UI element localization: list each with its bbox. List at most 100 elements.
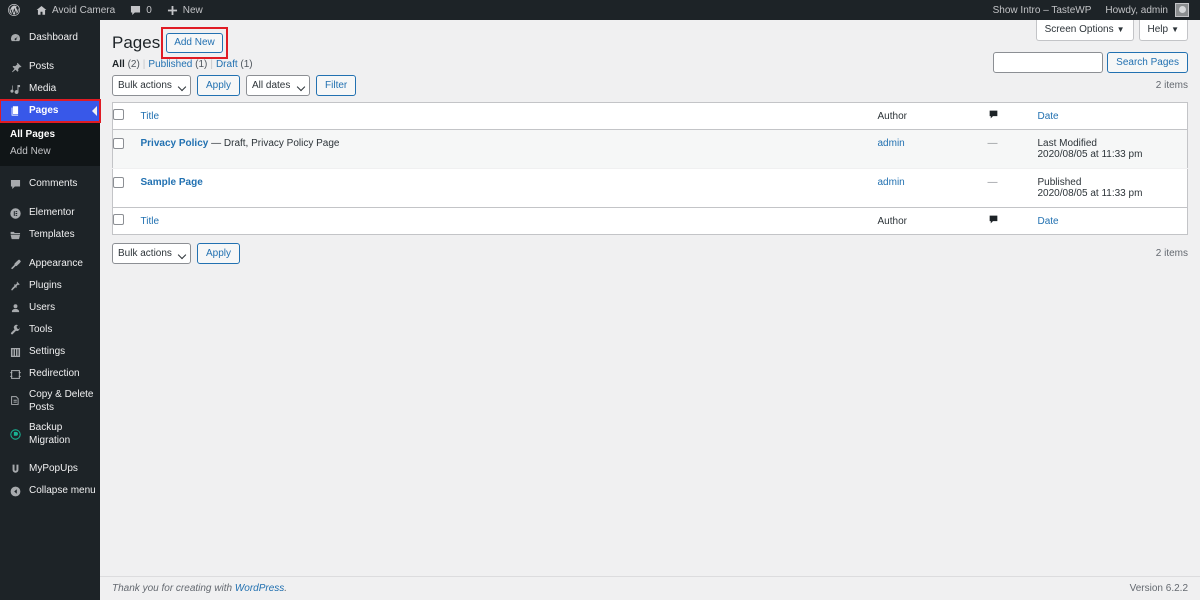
show-intro-label: Show Intro – TasteWP: [992, 4, 1092, 16]
row-date-cell: Last Modified 2020/08/05 at 11:33 pm: [1037, 129, 1188, 169]
apply-bulk-action-button-bottom[interactable]: Apply: [197, 242, 241, 264]
sidebar-item-label: Elementor: [29, 206, 75, 218]
select-all-header[interactable]: [112, 102, 141, 131]
help-button[interactable]: Help ▼: [1138, 20, 1188, 41]
new-content-menu-item[interactable]: New: [159, 0, 210, 20]
column-footer-comments[interactable]: [987, 207, 1038, 235]
users-icon: [8, 302, 22, 315]
column-header-date[interactable]: Date: [1037, 102, 1188, 131]
sidebar-item-plugins[interactable]: Plugins: [0, 275, 100, 297]
chevron-down-icon: ▼: [1116, 25, 1125, 34]
collapse-icon: [8, 485, 22, 498]
footer-version: Version 6.2.2: [1129, 583, 1188, 594]
column-footer-title[interactable]: Title: [140, 207, 878, 235]
sidebar-item-posts[interactable]: Posts: [0, 56, 100, 78]
view-draft-label[interactable]: Draft: [216, 59, 238, 70]
sidebar-item-settings[interactable]: Settings: [0, 341, 100, 363]
sidebar-item-redirection[interactable]: Redirection: [0, 363, 100, 385]
select-all-checkbox[interactable]: [113, 214, 124, 226]
sidebar-item-backup-migration[interactable]: Backup Migration: [0, 418, 100, 451]
sidebar-item-users[interactable]: Users: [0, 297, 100, 319]
sidebar-item-elementor[interactable]: Elementor: [0, 202, 100, 224]
search-pages-button[interactable]: Search Pages: [1107, 52, 1188, 73]
view-draft[interactable]: Draft (1): [216, 59, 253, 70]
pages-icon: [8, 105, 22, 118]
column-header-comments[interactable]: [987, 102, 1038, 131]
column-header-author-label: Author: [877, 110, 907, 122]
site-name-menu-item[interactable]: Avoid Camera: [28, 0, 122, 20]
submenu-item-all-pages[interactable]: All Pages: [0, 126, 100, 143]
date-status-label: Published: [1037, 177, 1082, 189]
screen-options-label: Screen Options: [1044, 24, 1114, 35]
admin-footer: Thank you for creating with WordPress. V…: [100, 576, 1200, 600]
column-footer-author: Author: [877, 207, 988, 235]
page-title-link[interactable]: Privacy Policy: [141, 138, 209, 149]
sidebar-item-appearance[interactable]: Appearance: [0, 253, 100, 275]
sort-by-title-link[interactable]: Title: [141, 216, 160, 227]
column-footer-date[interactable]: Date: [1037, 207, 1188, 235]
show-intro-menu-item[interactable]: Show Intro – TasteWP: [986, 0, 1099, 20]
menu-spacer: [0, 451, 100, 458]
admin-bar-left: Avoid Camera 0 New: [0, 0, 210, 20]
sidebar-item-pages[interactable]: Pages: [0, 99, 101, 123]
view-published[interactable]: Published (1): [148, 59, 207, 70]
sidebar-item-label: Redirection: [29, 367, 80, 379]
sidebar-item-label: Comments: [29, 177, 78, 189]
comments-count: —: [987, 138, 998, 150]
sidebar-item-mypopups[interactable]: MyPopUps: [0, 458, 100, 480]
bulk-actions-select[interactable]: Bulk actions: [112, 74, 191, 96]
apply-bulk-action-button[interactable]: Apply: [197, 74, 241, 96]
screen-options-button[interactable]: Screen Options ▼: [1035, 20, 1134, 41]
author-link[interactable]: admin: [878, 138, 905, 149]
comments-menu-item[interactable]: 0: [122, 0, 159, 20]
select-all-footer[interactable]: [112, 207, 141, 235]
footer-thanks-suffix: .: [284, 583, 288, 594]
sort-by-date-link[interactable]: Date: [1038, 216, 1059, 227]
row-checkbox[interactable]: [113, 177, 124, 189]
column-header-author: Author: [877, 102, 988, 131]
pages-wrap: Screen Options ▼ Help ▼ Pages Add New Sear…: [100, 20, 1200, 264]
view-separator: |: [142, 59, 146, 71]
date-value: 2020/08/05 at 11:33 pm: [1037, 149, 1143, 161]
filter-button[interactable]: Filter: [316, 74, 357, 96]
row-select-cell[interactable]: [112, 129, 141, 169]
wordpress-link[interactable]: WordPress: [235, 583, 284, 594]
wp-logo-menu-item[interactable]: [0, 0, 28, 20]
view-draft-count: (1): [240, 59, 253, 71]
date-filter-select[interactable]: All dates: [246, 74, 311, 96]
column-header-title[interactable]: Title: [140, 102, 878, 131]
sidebar-item-tools[interactable]: Tools: [0, 319, 100, 341]
home-icon: [35, 4, 48, 17]
view-published-label[interactable]: Published: [148, 59, 192, 70]
sidebar-item-dashboard[interactable]: Dashboard: [0, 27, 100, 49]
add-new-button[interactable]: Add New: [166, 33, 223, 54]
bulk-actions-wrapper: Bulk actions: [112, 74, 191, 96]
page-title-link[interactable]: Sample Page: [141, 177, 203, 188]
help-label: Help: [1147, 24, 1169, 35]
author-link[interactable]: admin: [878, 177, 905, 188]
sidebar-item-label: Posts: [29, 60, 55, 72]
sort-by-date-link[interactable]: Date: [1038, 111, 1059, 122]
search-input[interactable]: [993, 52, 1104, 73]
bulk-actions-select-bottom[interactable]: Bulk actions: [112, 242, 191, 264]
sidebar-item-label: Copy & Delete Posts: [29, 389, 94, 413]
sidebar-item-media[interactable]: Media: [0, 78, 100, 100]
sidebar-item-label: Collapse menu: [29, 484, 96, 496]
chevron-right-icon: [92, 106, 97, 116]
sidebar-item-copy-delete-posts[interactable]: Copy & Delete Posts: [0, 385, 100, 418]
menu-spacer: [0, 246, 100, 253]
sidebar-item-collapse-menu[interactable]: Collapse menu: [0, 480, 100, 502]
sidebar-item-templates[interactable]: Templates: [0, 224, 100, 246]
submenu-item-add-new[interactable]: Add New: [0, 143, 100, 160]
view-all[interactable]: All (2): [112, 59, 140, 70]
row-checkbox[interactable]: [113, 138, 124, 150]
my-account-menu-item[interactable]: Howdy, admin: [1098, 0, 1196, 20]
admin-bar-right: Show Intro – TasteWP Howdy, admin: [986, 0, 1200, 20]
sort-by-title-link[interactable]: Title: [141, 111, 160, 122]
select-all-checkbox[interactable]: [113, 109, 124, 121]
table-header-row: Title Author Date: [112, 102, 1188, 131]
sidebar-item-comments[interactable]: Comments: [0, 173, 100, 195]
comment-bubble-icon: [988, 109, 999, 123]
row-select-cell[interactable]: [112, 168, 141, 208]
view-all-label: All: [112, 59, 125, 71]
